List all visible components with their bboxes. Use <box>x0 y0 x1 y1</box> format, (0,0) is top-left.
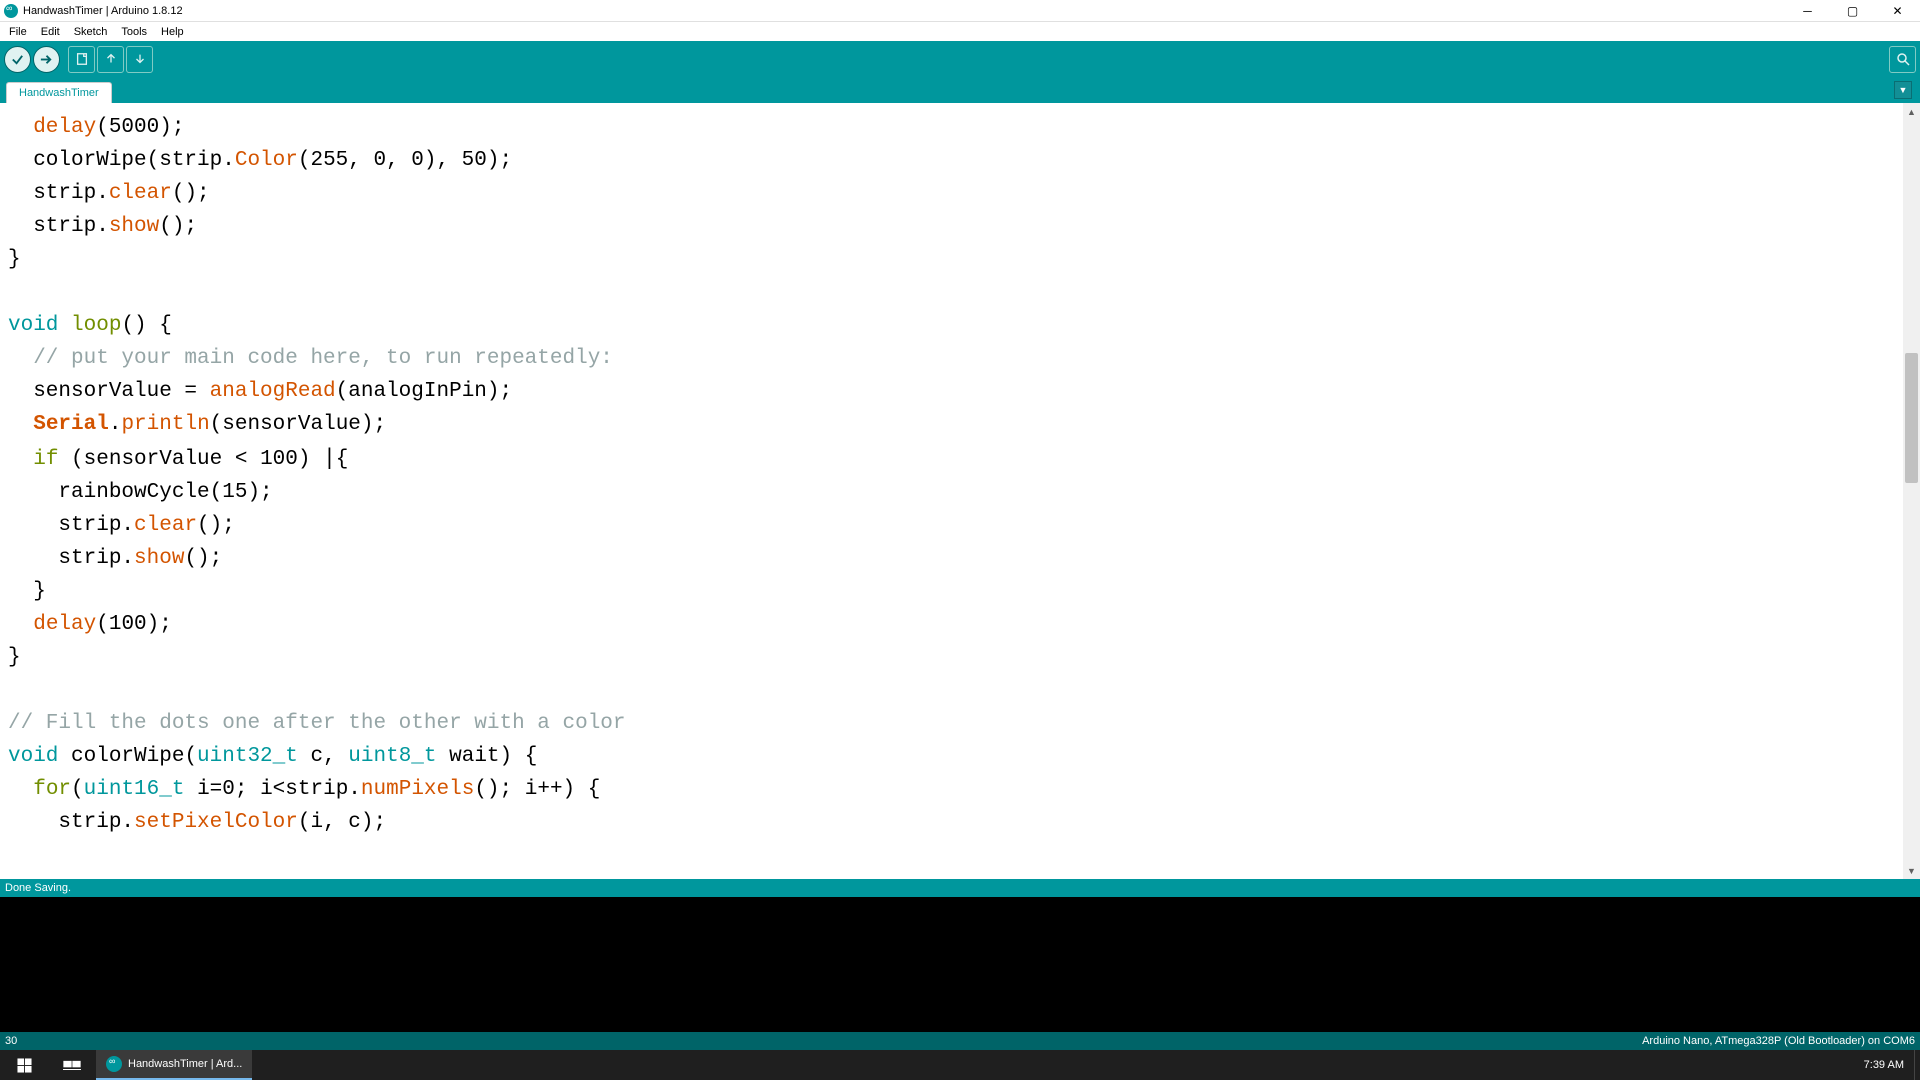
serial-monitor-button[interactable] <box>1889 46 1916 73</box>
sketch-tab[interactable]: HandwashTimer <box>6 82 112 103</box>
footer-bar: 30 Arduino Nano, ATmega328P (Old Bootloa… <box>0 1032 1920 1050</box>
menu-edit[interactable]: Edit <box>34 24 67 40</box>
upload-button[interactable] <box>33 46 60 73</box>
taskbar-clock[interactable]: 7:39 AM <box>1854 1059 1914 1071</box>
tabbar: HandwashTimer ▼ <box>0 77 1920 103</box>
menu-tools[interactable]: Tools <box>114 24 154 40</box>
new-button[interactable] <box>68 46 95 73</box>
menu-file[interactable]: File <box>2 24 34 40</box>
close-button[interactable]: ✕ <box>1875 0 1920 22</box>
toolbar <box>0 41 1920 77</box>
window-titlebar: HandwashTimer | Arduino 1.8.12 ─ ▢ ✕ <box>0 0 1920 22</box>
open-button[interactable] <box>97 46 124 73</box>
arduino-icon <box>4 4 18 18</box>
menu-sketch[interactable]: Sketch <box>67 24 115 40</box>
output-console[interactable] <box>0 897 1920 1032</box>
windows-taskbar: HandwashTimer | Ard... 7:39 AM <box>0 1050 1920 1080</box>
window-title: HandwashTimer | Arduino 1.8.12 <box>23 5 183 17</box>
arduino-icon <box>106 1056 122 1072</box>
taskbar-app-label: HandwashTimer | Ard... <box>128 1058 242 1070</box>
minimize-button[interactable]: ─ <box>1785 0 1830 22</box>
status-bar: Done Saving. <box>0 879 1920 897</box>
show-desktop-button[interactable] <box>1914 1050 1920 1080</box>
scroll-down-icon[interactable]: ▼ <box>1903 862 1920 879</box>
taskbar-app-arduino[interactable]: HandwashTimer | Ard... <box>96 1050 252 1080</box>
line-number: 30 <box>5 1035 17 1047</box>
scroll-thumb[interactable] <box>1905 353 1918 483</box>
scroll-up-icon[interactable]: ▲ <box>1903 103 1920 120</box>
status-text: Done Saving. <box>5 882 71 894</box>
vertical-scrollbar[interactable]: ▲ ▼ <box>1903 103 1920 879</box>
verify-button[interactable] <box>4 46 31 73</box>
start-button[interactable] <box>0 1050 48 1080</box>
tab-menu-button[interactable]: ▼ <box>1894 81 1912 99</box>
save-button[interactable] <box>126 46 153 73</box>
task-view-button[interactable] <box>48 1050 96 1080</box>
menubar: FileEditSketchToolsHelp <box>0 22 1920 41</box>
menu-help[interactable]: Help <box>154 24 191 40</box>
code-editor[interactable]: delay(5000); colorWipe(strip.Color(255, … <box>0 103 1903 879</box>
board-info: Arduino Nano, ATmega328P (Old Bootloader… <box>1642 1035 1915 1047</box>
maximize-button[interactable]: ▢ <box>1830 0 1875 22</box>
